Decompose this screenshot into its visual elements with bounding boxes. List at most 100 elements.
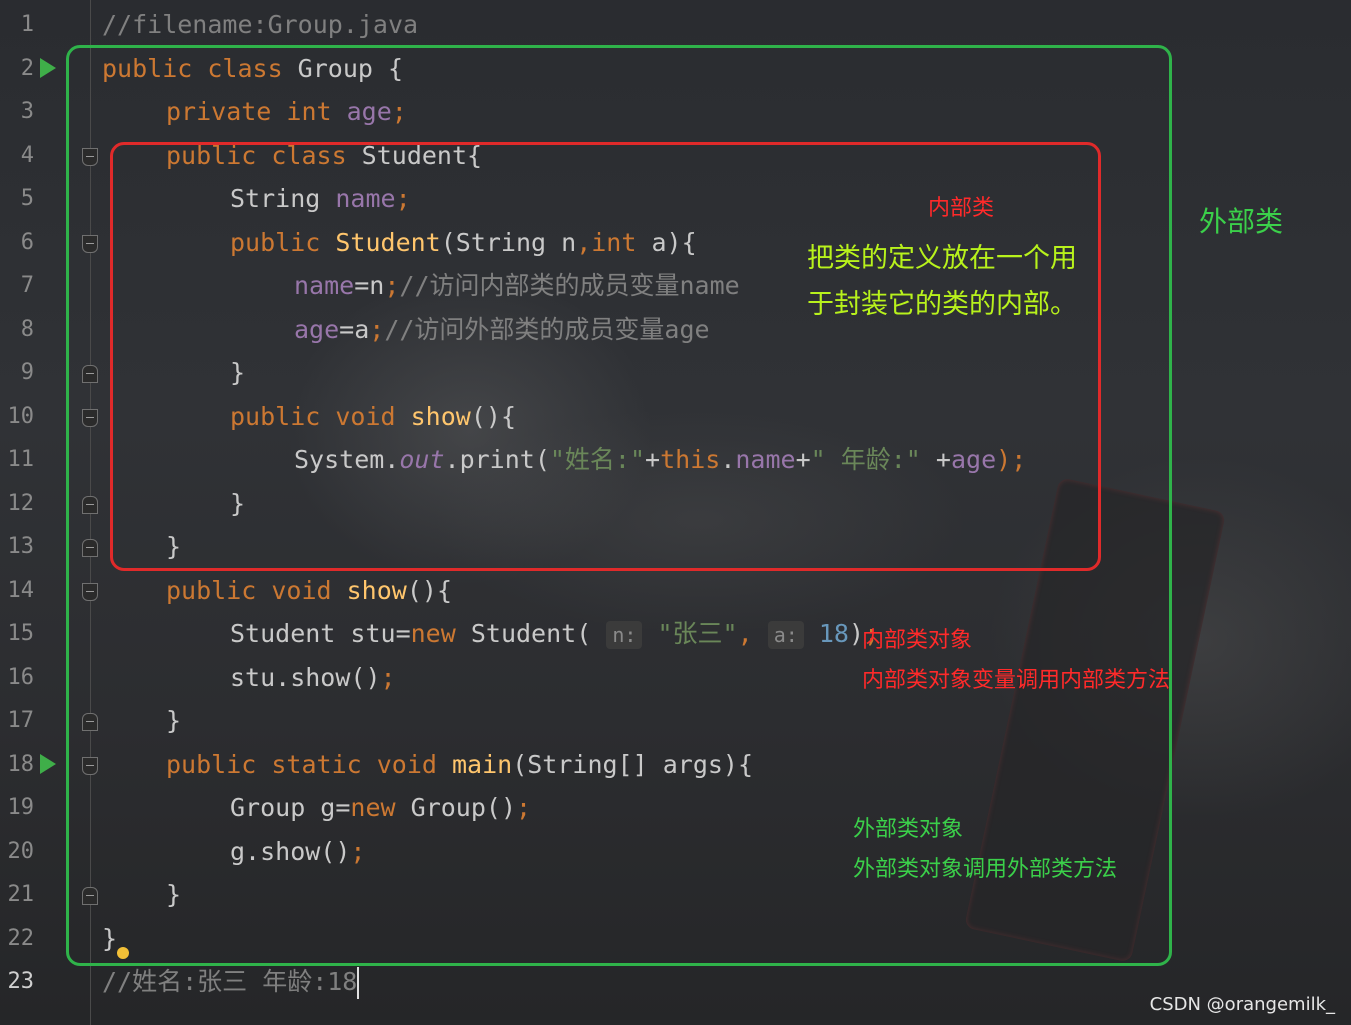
code-line-4[interactable]: public class Student{ <box>166 134 482 178</box>
code-line-2[interactable]: public class Group { <box>102 47 403 91</box>
brace: } <box>166 880 182 909</box>
code-line-9[interactable]: } <box>230 351 245 395</box>
constructor-call: Student( <box>470 619 607 648</box>
constructor-call: Group() <box>410 793 516 822</box>
definition-note-line1: 把类的定义放在一个用 <box>807 243 1077 274</box>
code-line-13[interactable]: } <box>166 525 181 569</box>
line-number: 18 <box>7 752 35 777</box>
declaration: Group g= <box>230 793 351 822</box>
lightbulb-icon[interactable] <box>117 947 130 959</box>
code-line-10[interactable]: public void show(){ <box>230 395 516 439</box>
outer-object-label: 外部类对象 <box>853 817 964 842</box>
params: a){ <box>651 228 697 257</box>
brace: } <box>230 489 246 518</box>
method-call: g.show() <box>230 837 351 866</box>
punctuation: , <box>737 619 768 648</box>
punctuation: ; <box>384 271 400 300</box>
line-number: 15 <box>7 621 35 646</box>
code-line-20[interactable]: g.show(); <box>230 830 365 874</box>
params: (){ <box>470 402 516 431</box>
method-call: stu.show() <box>230 663 381 692</box>
code-line-16[interactable]: stu.show(); <box>230 656 396 700</box>
line-number: 4 <box>20 143 34 168</box>
params: (){ <box>406 576 452 605</box>
class-name: Student{ <box>361 141 483 170</box>
line-number: 2 <box>20 56 34 81</box>
outer-class-label: 外部类 <box>1199 205 1284 238</box>
comment: //filename:Group.java <box>102 10 419 39</box>
punctuation: ; <box>391 97 407 126</box>
line-number: 17 <box>7 708 35 733</box>
punctuation: ; <box>380 663 396 692</box>
code-line-22[interactable]: } <box>102 917 130 961</box>
field: name <box>335 184 396 213</box>
comment: //姓名:张三 年龄:18 <box>102 967 358 996</box>
code-line-5[interactable]: String name; <box>230 177 411 221</box>
params: (String n <box>440 228 577 257</box>
keyword: public static void <box>166 750 452 779</box>
class-ref: System. <box>294 445 400 474</box>
function-name: main <box>451 750 513 779</box>
line-number: 9 <box>20 360 34 385</box>
method-call: .print( <box>444 445 550 474</box>
brace: } <box>166 706 182 735</box>
code-line-23[interactable]: //姓名:张三 年龄:18 <box>102 960 360 1004</box>
line-number: 10 <box>7 404 35 429</box>
function-name: show <box>410 402 471 431</box>
code-line-1[interactable]: //filename:Group.java <box>102 3 418 47</box>
field: name <box>735 445 796 474</box>
inner-object-call-label: 内部类对象变量调用内部类方法 <box>862 668 1171 693</box>
code-line-21[interactable]: } <box>166 873 181 917</box>
line-number: 16 <box>7 665 35 690</box>
line-number: 3 <box>20 99 34 124</box>
operator: + <box>795 445 811 474</box>
code-line-6[interactable]: public Student(String n,int a){ <box>230 221 697 265</box>
code-line-14[interactable]: public void show(){ <box>166 569 452 613</box>
code-line-18[interactable]: public static void main(String[] args){ <box>166 743 753 787</box>
code-line-12[interactable]: } <box>230 482 245 526</box>
line-number-current: 23 <box>7 969 35 994</box>
operator: + <box>920 445 951 474</box>
keyword: int <box>591 228 652 257</box>
string: "姓名:" <box>549 445 646 474</box>
field: age <box>294 315 340 344</box>
code-line-15[interactable]: Student stu=new Student( n: "张三", a: 18)… <box>230 612 879 656</box>
field: name <box>294 271 355 300</box>
run-icon[interactable] <box>40 58 56 78</box>
run-icon[interactable] <box>40 754 56 774</box>
static-field: out <box>399 445 445 474</box>
keyword: new <box>350 793 411 822</box>
number: 18 <box>818 619 849 648</box>
comment: //访问内部类的成员变量name <box>399 271 740 300</box>
brace: } <box>102 924 118 953</box>
code-line-17[interactable]: } <box>166 699 181 743</box>
line-number: 6 <box>20 230 34 255</box>
code-line-11[interactable]: System.out.print("姓名:"+this.name+" 年龄:" … <box>294 438 1026 482</box>
operator: + <box>645 445 661 474</box>
line-number: 19 <box>7 795 35 820</box>
line-number: 11 <box>7 447 35 472</box>
parameter-hint: a: <box>767 621 804 649</box>
line-number: 7 <box>20 273 34 298</box>
declaration: Student stu= <box>230 619 411 648</box>
code-line-19[interactable]: Group g=new Group(); <box>230 786 531 830</box>
punctuation: ; <box>395 184 411 213</box>
params: (String[] args){ <box>512 750 754 779</box>
code-line-8[interactable]: age=a;//访问外部类的成员变量age <box>294 308 710 352</box>
punctuation: ; <box>516 793 532 822</box>
code-line-3[interactable]: private int age; <box>166 90 407 134</box>
line-number: 1 <box>20 12 34 37</box>
code-line-7[interactable]: name=n;//访问内部类的成员变量name <box>294 264 740 308</box>
brace: } <box>230 358 246 387</box>
punctuation: ); <box>996 445 1027 474</box>
line-number: 20 <box>7 839 35 864</box>
line-number: 8 <box>20 317 34 342</box>
punctuation: , <box>576 228 592 257</box>
line-number: 22 <box>7 926 35 951</box>
punctuation: ; <box>350 837 366 866</box>
function-name: Student <box>335 228 441 257</box>
text-cursor <box>357 967 360 999</box>
string: " 年龄:" <box>810 445 921 474</box>
inner-object-label: 内部类对象 <box>862 628 973 653</box>
